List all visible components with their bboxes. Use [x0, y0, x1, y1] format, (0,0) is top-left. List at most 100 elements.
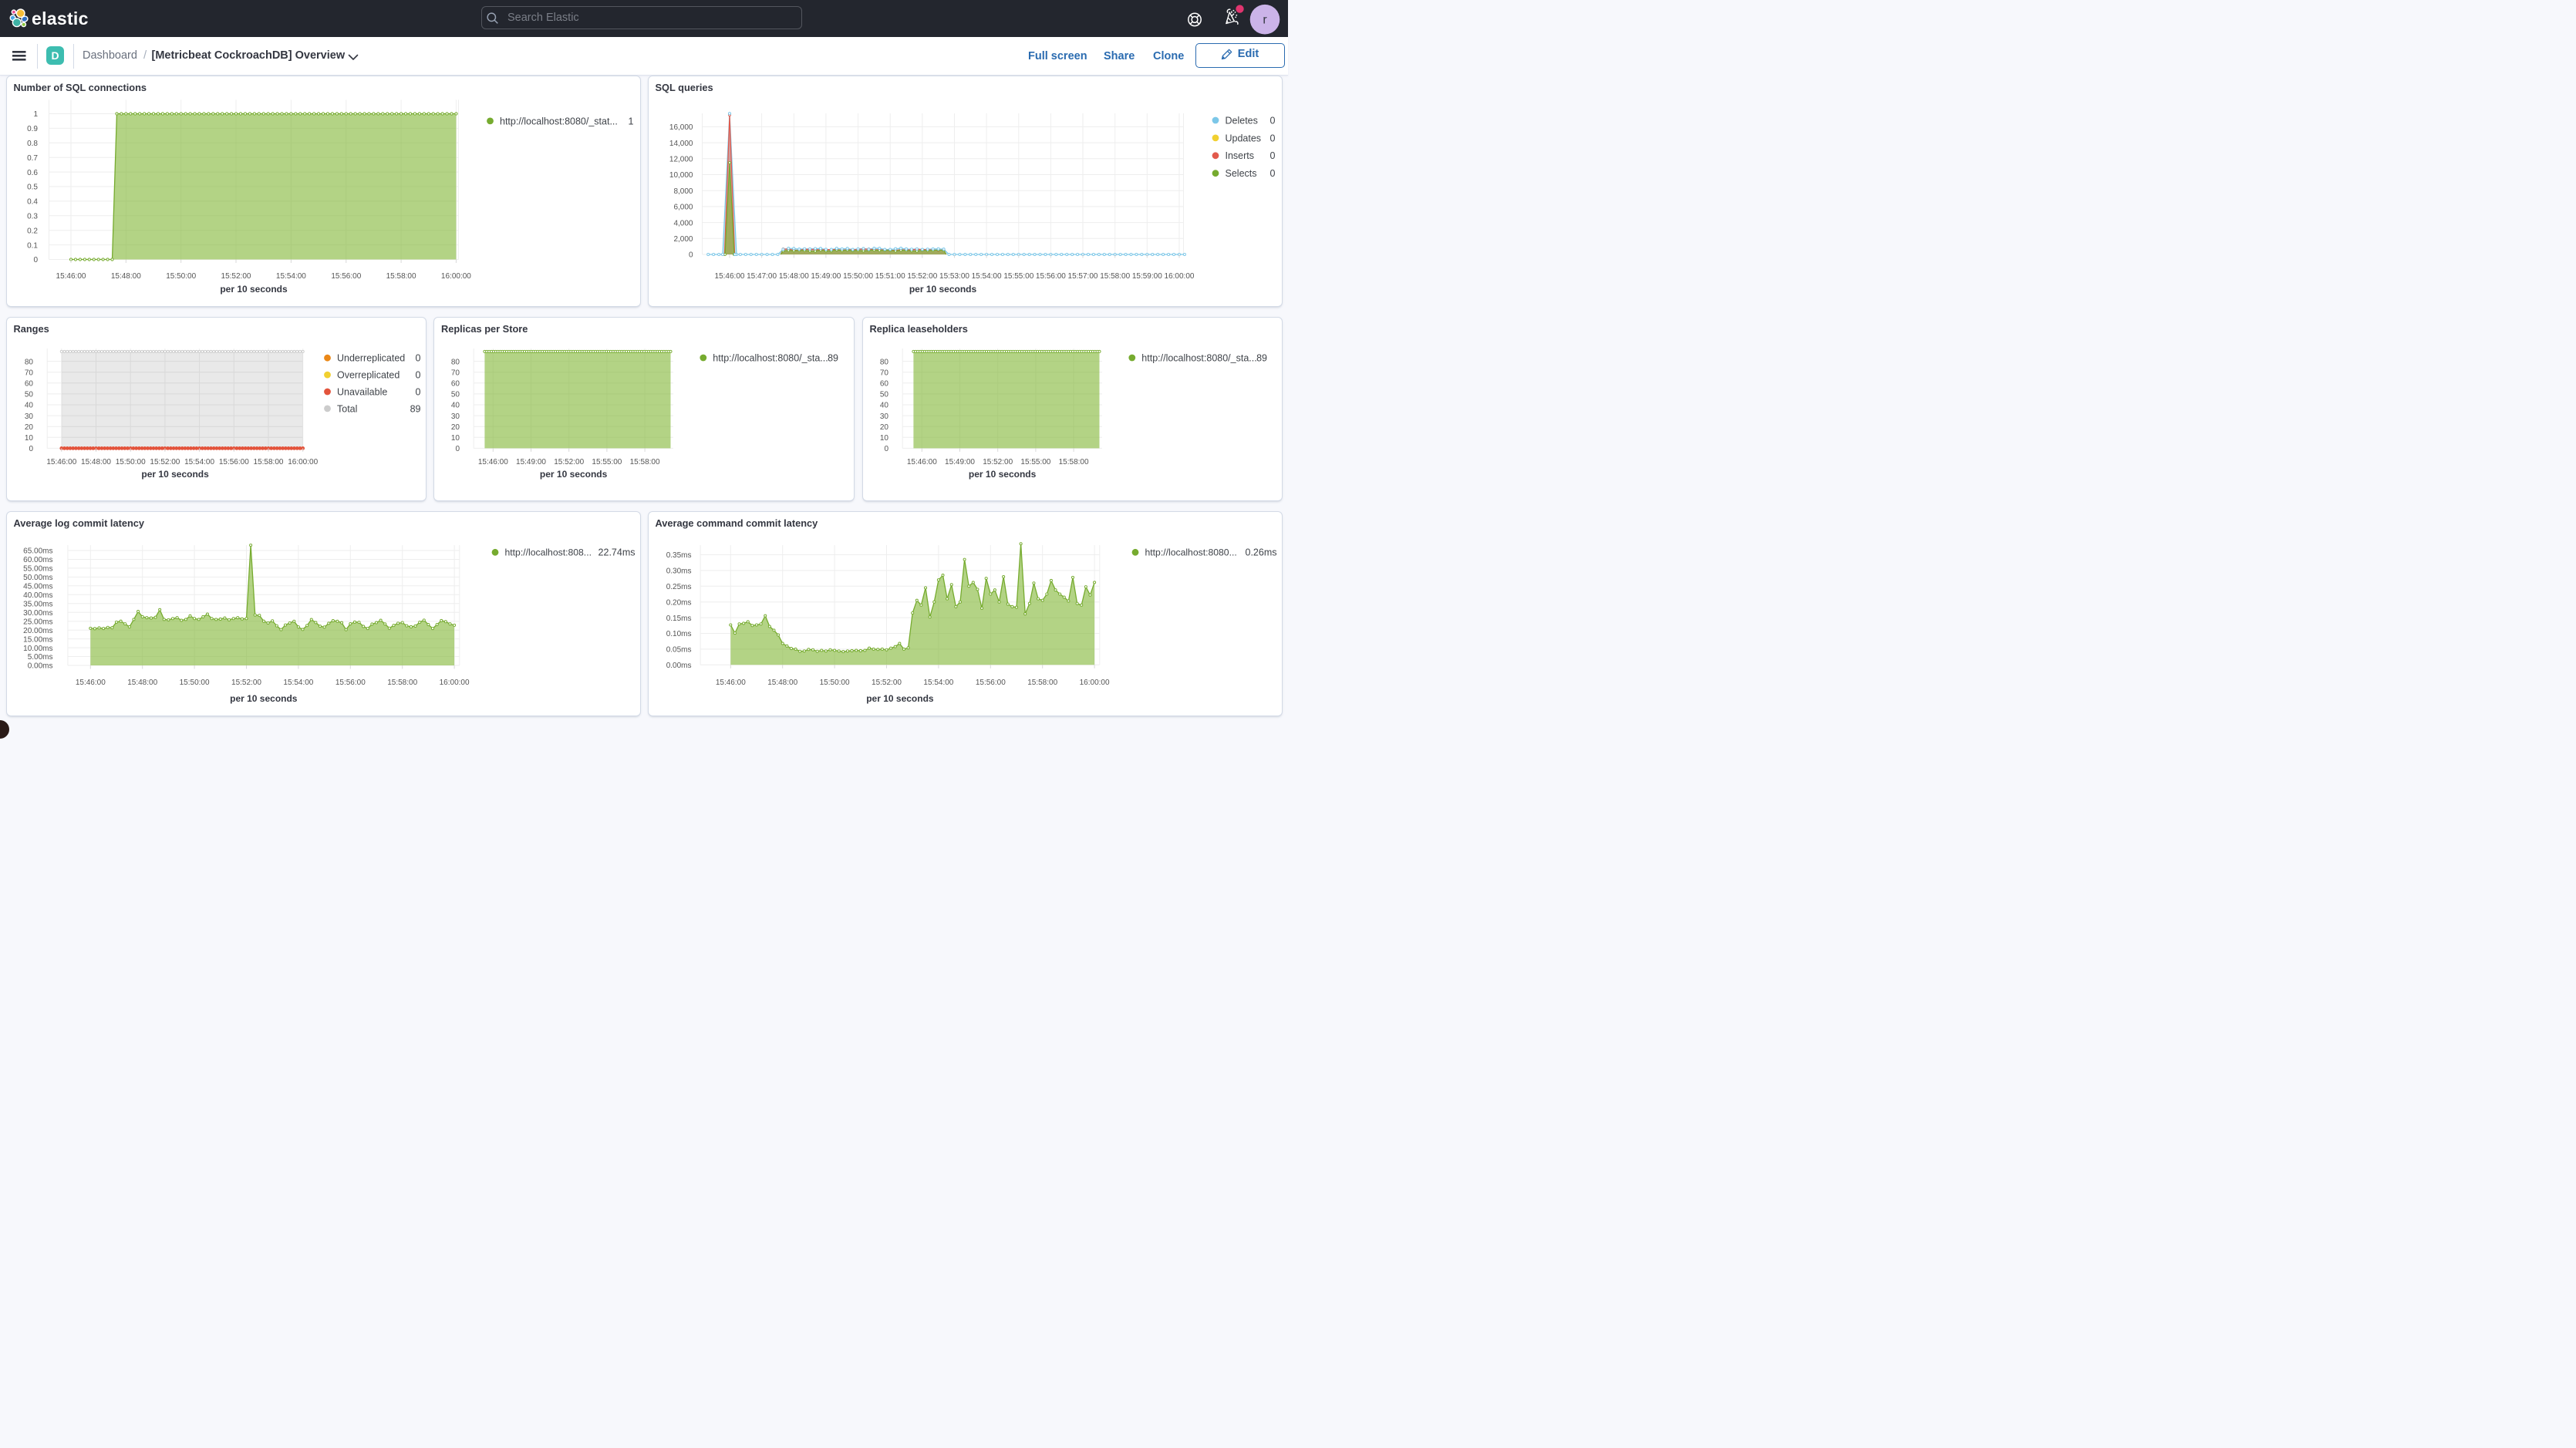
- svg-text:0.6: 0.6: [27, 169, 38, 177]
- svg-text:15:57:00: 15:57:00: [1067, 272, 1097, 281]
- svg-text:15:46:00: 15:46:00: [714, 272, 744, 281]
- svg-text:0: 0: [1269, 168, 1275, 179]
- svg-text:Deletes: Deletes: [1225, 115, 1257, 126]
- svg-text:15:52:00: 15:52:00: [907, 272, 937, 281]
- svg-text:15:46:00: 15:46:00: [46, 458, 76, 466]
- svg-text:0: 0: [688, 251, 693, 260]
- svg-text:Updates: Updates: [1225, 133, 1261, 143]
- svg-text:0.15ms: 0.15ms: [666, 615, 691, 623]
- svg-text:per 10 seconds: per 10 seconds: [909, 284, 976, 295]
- svg-text:15:46:00: 15:46:00: [75, 679, 105, 687]
- svg-text:15:52:00: 15:52:00: [150, 458, 180, 466]
- svg-text:r: r: [1263, 14, 1267, 27]
- svg-text:16:00:00: 16:00:00: [1079, 679, 1109, 687]
- svg-text:15:46:00: 15:46:00: [715, 679, 745, 687]
- svg-text:30: 30: [879, 413, 888, 421]
- svg-text:0: 0: [415, 353, 420, 364]
- svg-text:15:49:00: 15:49:00: [516, 458, 546, 466]
- svg-text:1: 1: [628, 116, 633, 126]
- svg-text:80: 80: [24, 358, 33, 366]
- svg-text:60.00ms: 60.00ms: [23, 556, 52, 564]
- svg-text:50: 50: [24, 391, 33, 399]
- svg-text:0.3: 0.3: [27, 213, 38, 221]
- svg-text:45.00ms: 45.00ms: [23, 583, 52, 591]
- svg-text:0: 0: [33, 256, 38, 264]
- svg-text:15:48:00: 15:48:00: [81, 458, 111, 466]
- svg-text:15:56:00: 15:56:00: [975, 679, 1005, 687]
- svg-text:15:58:00: 15:58:00: [1058, 458, 1088, 466]
- svg-text:per 10 seconds: per 10 seconds: [220, 284, 288, 295]
- svg-text:50: 50: [451, 391, 460, 399]
- svg-text:40.00ms: 40.00ms: [23, 591, 52, 600]
- svg-text:30: 30: [24, 413, 33, 421]
- svg-text:10,000: 10,000: [669, 171, 693, 180]
- svg-text:per 10 seconds: per 10 seconds: [141, 469, 209, 480]
- svg-text:60: 60: [451, 380, 460, 389]
- svg-text:30: 30: [451, 413, 460, 421]
- svg-text:0.05ms: 0.05ms: [666, 646, 691, 655]
- svg-text:http://localhost:808...: http://localhost:808...: [504, 547, 591, 558]
- svg-text:0.35ms: 0.35ms: [666, 551, 691, 560]
- svg-text:60: 60: [24, 380, 33, 389]
- svg-text:0: 0: [1269, 150, 1275, 161]
- svg-text:15:56:00: 15:56:00: [218, 458, 248, 466]
- svg-text:0.9: 0.9: [27, 125, 38, 133]
- svg-text:0.2: 0.2: [27, 227, 38, 235]
- svg-text:0.30ms: 0.30ms: [666, 567, 691, 576]
- svg-text:10: 10: [24, 434, 33, 443]
- svg-text:15:50:00: 15:50:00: [115, 458, 145, 466]
- svg-text:6,000: 6,000: [673, 204, 693, 212]
- svg-text:22.74ms: 22.74ms: [598, 547, 635, 558]
- svg-text:0.4: 0.4: [27, 198, 38, 207]
- svg-text:Selects: Selects: [1225, 168, 1256, 179]
- svg-text:89: 89: [828, 352, 838, 363]
- svg-text:0.00ms: 0.00ms: [666, 662, 691, 670]
- svg-text:15:52:00: 15:52:00: [221, 272, 251, 281]
- svg-text:15:48:00: 15:48:00: [767, 679, 797, 687]
- svg-text:15:52:00: 15:52:00: [983, 458, 1013, 466]
- svg-text:89: 89: [410, 403, 420, 414]
- svg-text:15:54:00: 15:54:00: [283, 679, 313, 687]
- svg-text:15:48:00: 15:48:00: [127, 679, 157, 687]
- svg-text:80: 80: [451, 358, 460, 366]
- svg-text:0: 0: [1269, 133, 1275, 143]
- svg-text:0.8: 0.8: [27, 140, 38, 148]
- svg-text:35.00ms: 35.00ms: [23, 601, 52, 609]
- svg-text:0.20ms: 0.20ms: [666, 598, 691, 607]
- svg-text:15:58:00: 15:58:00: [253, 458, 283, 466]
- svg-text:20: 20: [24, 423, 33, 432]
- svg-text:60: 60: [879, 380, 888, 389]
- svg-text:15:47:00: 15:47:00: [747, 272, 777, 281]
- svg-text:55.00ms: 55.00ms: [23, 565, 52, 574]
- svg-text:Unavailable: Unavailable: [337, 386, 387, 397]
- svg-text:15:54:00: 15:54:00: [275, 272, 305, 281]
- svg-text:10: 10: [451, 434, 460, 443]
- svg-text:16:00:00: 16:00:00: [440, 272, 470, 281]
- svg-text:15:49:00: 15:49:00: [945, 458, 975, 466]
- svg-text:0.10ms: 0.10ms: [666, 630, 691, 638]
- svg-text:0.26ms: 0.26ms: [1245, 547, 1276, 558]
- svg-text:0: 0: [415, 386, 420, 397]
- svg-text:89: 89: [1256, 352, 1267, 363]
- svg-text:15:56:00: 15:56:00: [1035, 272, 1065, 281]
- svg-text:per 10 seconds: per 10 seconds: [968, 469, 1036, 480]
- svg-text:40: 40: [24, 402, 33, 410]
- svg-text:15:50:00: 15:50:00: [179, 679, 209, 687]
- svg-text:15:48:00: 15:48:00: [778, 272, 808, 281]
- svg-text:15:55:00: 15:55:00: [1020, 458, 1050, 466]
- svg-text:70: 70: [24, 369, 33, 377]
- svg-text:Overreplicated: Overreplicated: [337, 370, 400, 381]
- svg-text:15:46:00: 15:46:00: [56, 272, 86, 281]
- svg-text:15.00ms: 15.00ms: [23, 635, 52, 644]
- svg-text:15:53:00: 15:53:00: [939, 272, 969, 281]
- svg-text:0: 0: [884, 445, 888, 453]
- svg-text:15:50:00: 15:50:00: [843, 272, 873, 281]
- svg-text:0.25ms: 0.25ms: [666, 583, 691, 591]
- svg-text:80: 80: [879, 358, 888, 366]
- svg-text:15:51:00: 15:51:00: [875, 272, 905, 281]
- svg-text:30.00ms: 30.00ms: [23, 609, 52, 618]
- svg-text:10.00ms: 10.00ms: [23, 645, 52, 653]
- svg-text:Underreplicated: Underreplicated: [337, 353, 405, 364]
- svg-text:15:56:00: 15:56:00: [335, 679, 365, 687]
- svg-text:15:48:00: 15:48:00: [110, 272, 140, 281]
